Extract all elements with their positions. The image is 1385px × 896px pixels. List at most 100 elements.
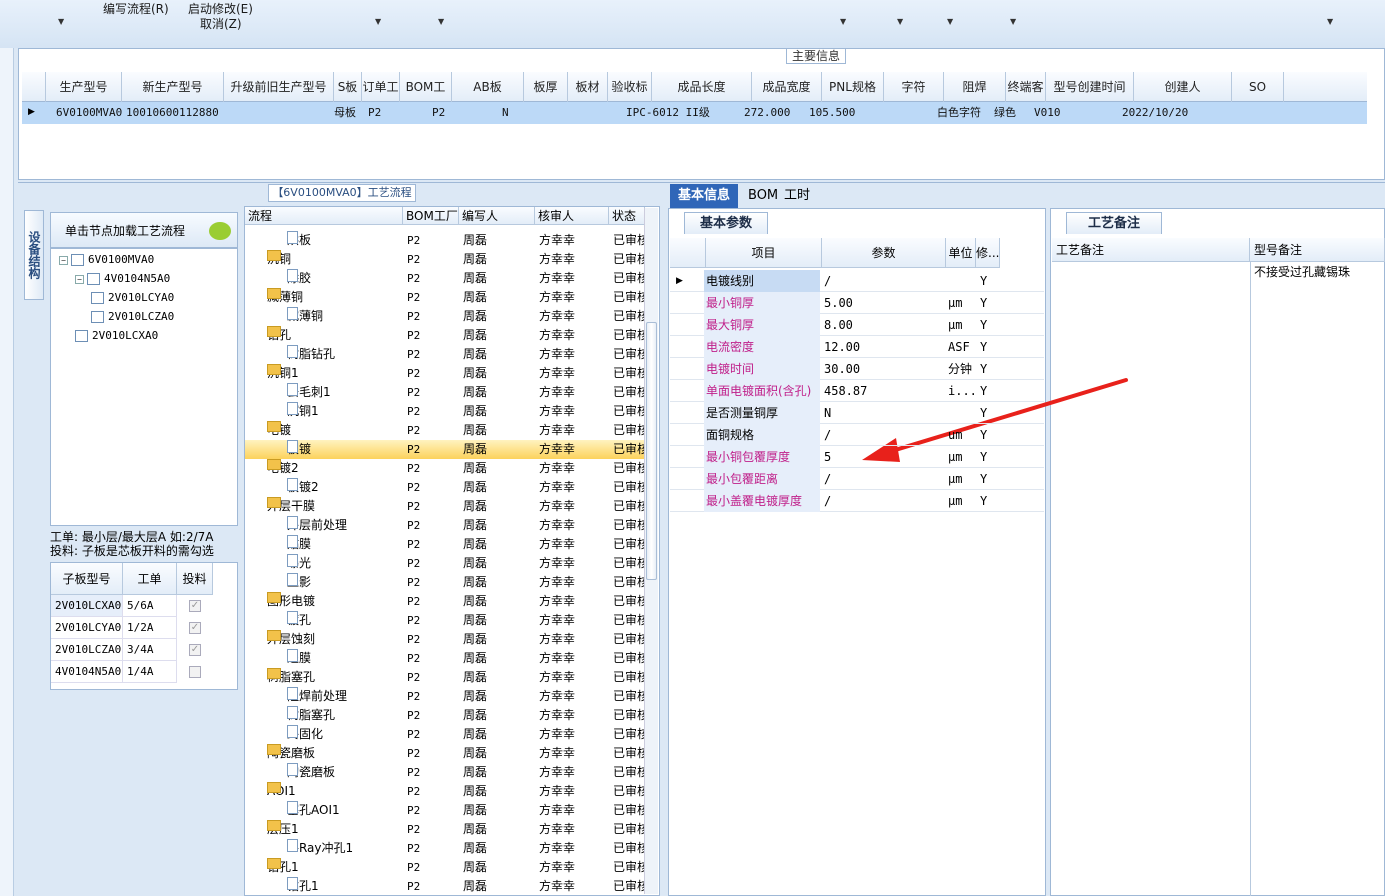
process-row[interactable]: 钻孔1 P2 周磊 方幸幸 已审核 bbox=[245, 877, 649, 895]
param-value[interactable]: 30.00 bbox=[824, 358, 860, 380]
column-header[interactable]: 单位 bbox=[946, 238, 976, 268]
speech-bubble-icon[interactable] bbox=[209, 222, 231, 240]
tree-node[interactable]: 2V010LCYA0 bbox=[91, 291, 174, 304]
tab-hours[interactable]: 工时 bbox=[776, 184, 818, 208]
column-header[interactable]: S板 bbox=[334, 72, 362, 102]
param-row[interactable]: 最小铜包覆厚度 5 μm Y bbox=[670, 446, 1044, 468]
chevron-down-icon[interactable]: ▼ bbox=[1327, 17, 1333, 26]
process-row[interactable]: 贴膜 P2 周磊 方幸幸 已审核 bbox=[245, 535, 649, 554]
column-header[interactable]: 项目 bbox=[706, 238, 822, 268]
process-row[interactable]: 减薄铜 P2 周磊 方幸幸 已审核 bbox=[245, 307, 649, 326]
column-header[interactable]: 字符 bbox=[884, 72, 944, 102]
process-row[interactable]: 陶瓷磨板 P2 周磊 方幸幸 已审核 bbox=[245, 763, 649, 782]
collapse-icon[interactable]: − bbox=[59, 255, 68, 265]
column-header[interactable]: 成品宽度 bbox=[752, 72, 822, 102]
feed-checkbox[interactable]: ✓ bbox=[189, 622, 201, 634]
process-row[interactable]: −电镀2P2周磊方幸幸已审核 bbox=[245, 459, 649, 478]
sub-order-cell[interactable]: 1/2A bbox=[123, 617, 177, 639]
param-value[interactable]: / bbox=[824, 424, 831, 446]
column-header[interactable]: 子板型号 bbox=[51, 563, 123, 595]
process-row[interactable]: −陶瓷磨板P2周磊方幸幸已审核 bbox=[245, 744, 649, 763]
column-header[interactable]: 板材 bbox=[568, 72, 608, 102]
column-header[interactable]: 板厚 bbox=[524, 72, 568, 102]
column-header[interactable]: 核审人 bbox=[535, 207, 609, 225]
process-row[interactable]: 板镀2 P2 周磊 方幸幸 已审核 bbox=[245, 478, 649, 497]
param-row[interactable]: 面铜规格 / um Y bbox=[670, 424, 1044, 446]
process-row[interactable]: −沉铜1P2周磊方幸幸已审核 bbox=[245, 364, 649, 383]
process-row[interactable]: 阻焊前处理 P2 周磊 方幸幸 已审核 bbox=[245, 687, 649, 706]
param-row[interactable]: 电镀时间 30.00 分钟 Y bbox=[670, 358, 1044, 380]
column-header[interactable]: 投料 bbox=[177, 563, 213, 595]
column-header[interactable]: 流程 bbox=[245, 207, 403, 225]
process-row[interactable]: 显影 P2 周磊 方幸幸 已审核 bbox=[245, 573, 649, 592]
column-header[interactable]: 工单 bbox=[123, 563, 177, 595]
param-row[interactable]: 最大铜厚 8.00 μm Y bbox=[670, 314, 1044, 336]
process-row[interactable]: −外层蚀刻P2周磊方幸幸已审核 bbox=[245, 630, 649, 649]
param-row[interactable]: 是否测量铜厚 N Y bbox=[670, 402, 1044, 424]
process-row[interactable]: −树脂塞孔P2周磊方幸幸已审核 bbox=[245, 668, 649, 687]
column-header[interactable]: 升级前旧生产型号 bbox=[224, 72, 334, 102]
table-row[interactable]: ▶ 6V0100MVA0 10010600112880 母板 P2 P2 N IPC-6012… bbox=[22, 102, 1367, 124]
param-row[interactable]: 最小盖覆电镀厚度 / μm Y bbox=[670, 490, 1044, 512]
param-row[interactable]: 最小包覆距离 / μm Y bbox=[670, 468, 1044, 490]
column-header[interactable]: 阻焊 bbox=[944, 72, 1006, 102]
tab-device-structure[interactable]: 设备结构 bbox=[24, 210, 44, 300]
column-header[interactable]: 新生产型号 bbox=[122, 72, 224, 102]
process-row[interactable]: 树脂塞孔 P2 周磊 方幸幸 已审核 bbox=[245, 706, 649, 725]
column-header[interactable]: 型号创建时间 bbox=[1046, 72, 1134, 102]
column-header[interactable]: 修... bbox=[976, 238, 1000, 268]
param-row[interactable]: 单面电镀面积(含孔) 458.87 i... Y bbox=[670, 380, 1044, 402]
sub-order-cell[interactable]: 3/4A bbox=[123, 639, 177, 661]
tree-node[interactable]: 2V010LCXA0 bbox=[75, 329, 158, 342]
model-remark-text[interactable]: 不接受过孔藏锡珠 bbox=[1254, 263, 1350, 280]
process-row[interactable]: 沉铜1 P2 周磊 方幸幸 已审核 bbox=[245, 402, 649, 421]
process-row[interactable]: −电镀P2周磊方幸幸已审核 bbox=[245, 421, 649, 440]
sub-order-cell[interactable]: 5/6A bbox=[123, 595, 177, 617]
write-flow-menu[interactable]: 编写流程(R) bbox=[103, 0, 169, 17]
column-header[interactable]: 生产型号 bbox=[46, 72, 122, 102]
param-row[interactable]: ▶ 电镀线别 / Y bbox=[670, 270, 1044, 292]
process-row[interactable]: −层压1P2周磊方幸幸已审核 bbox=[245, 820, 649, 839]
column-header[interactable]: 成品长度 bbox=[652, 72, 752, 102]
column-header[interactable]: 创建人 bbox=[1134, 72, 1232, 102]
process-row[interactable]: 烘板 P2 周磊 方幸幸 已审核 bbox=[245, 231, 649, 250]
feed-checkbox[interactable]: ✓ bbox=[189, 600, 201, 612]
param-value[interactable]: N bbox=[824, 402, 831, 424]
collapse-icon[interactable]: − bbox=[75, 274, 84, 284]
process-row[interactable]: 镀孔 P2 周磊 方幸幸 已审核 bbox=[245, 611, 649, 630]
column-header[interactable]: 验收标准 bbox=[608, 72, 652, 124]
scrollbar-thumb[interactable] bbox=[646, 322, 657, 580]
param-value[interactable]: / bbox=[824, 270, 831, 292]
param-row[interactable]: 电流密度 12.00 ASF Y bbox=[670, 336, 1044, 358]
column-header[interactable]: 状态 bbox=[609, 207, 645, 225]
process-row[interactable]: 外层前处理 P2 周磊 方幸幸 已审核 bbox=[245, 516, 649, 535]
process-row[interactable]: 去毛刺1 P2 周磊 方幸幸 已审核 bbox=[245, 383, 649, 402]
tree-node[interactable]: 2V010LCZA0 bbox=[91, 310, 174, 323]
param-row[interactable]: 最小铜厚 5.00 μm Y bbox=[670, 292, 1044, 314]
param-value[interactable]: 5 bbox=[824, 446, 831, 468]
param-value[interactable]: 8.00 bbox=[824, 314, 853, 336]
chevron-down-icon[interactable]: ▼ bbox=[840, 17, 846, 26]
column-header[interactable]: PNL规格 bbox=[822, 72, 884, 102]
process-row[interactable]: −钻孔1P2周磊方幸幸已审核 bbox=[245, 858, 649, 877]
chevron-down-icon[interactable]: ▼ bbox=[438, 17, 444, 26]
process-row[interactable]: −钻孔P2周磊方幸幸已审核 bbox=[245, 326, 649, 345]
column-header[interactable]: BOM工厂 bbox=[400, 72, 452, 124]
column-header[interactable]: BOM工厂 bbox=[403, 207, 459, 225]
chevron-down-icon[interactable]: ▼ bbox=[1010, 17, 1016, 26]
chevron-down-icon[interactable]: ▼ bbox=[375, 17, 381, 26]
cancel-menu[interactable]: 取消(Z) bbox=[200, 15, 242, 32]
feed-checkbox[interactable] bbox=[189, 666, 201, 678]
param-value[interactable]: / bbox=[824, 490, 831, 512]
process-row[interactable]: X-Ray冲孔1 P2 周磊 方幸幸 已审核 bbox=[245, 839, 649, 858]
process-row[interactable]: 终固化 P2 周磊 方幸幸 已审核 bbox=[245, 725, 649, 744]
sub-order-cell[interactable]: 1/4A bbox=[123, 661, 177, 683]
chevron-down-icon[interactable]: ▼ bbox=[947, 17, 953, 26]
column-header[interactable]: 订单工厂 bbox=[362, 72, 400, 124]
process-row[interactable]: 板镀 P2 周磊 方幸幸 已审核 bbox=[245, 440, 649, 459]
param-value[interactable]: 458.87 bbox=[824, 380, 867, 402]
process-row[interactable]: 退膜 P2 周磊 方幸幸 已审核 bbox=[245, 649, 649, 668]
column-header[interactable]: 终端客户代码 bbox=[1006, 72, 1046, 124]
process-row[interactable]: 树脂钻孔 P2 周磊 方幸幸 已审核 bbox=[245, 345, 649, 364]
column-header[interactable]: SO bbox=[1232, 72, 1284, 102]
